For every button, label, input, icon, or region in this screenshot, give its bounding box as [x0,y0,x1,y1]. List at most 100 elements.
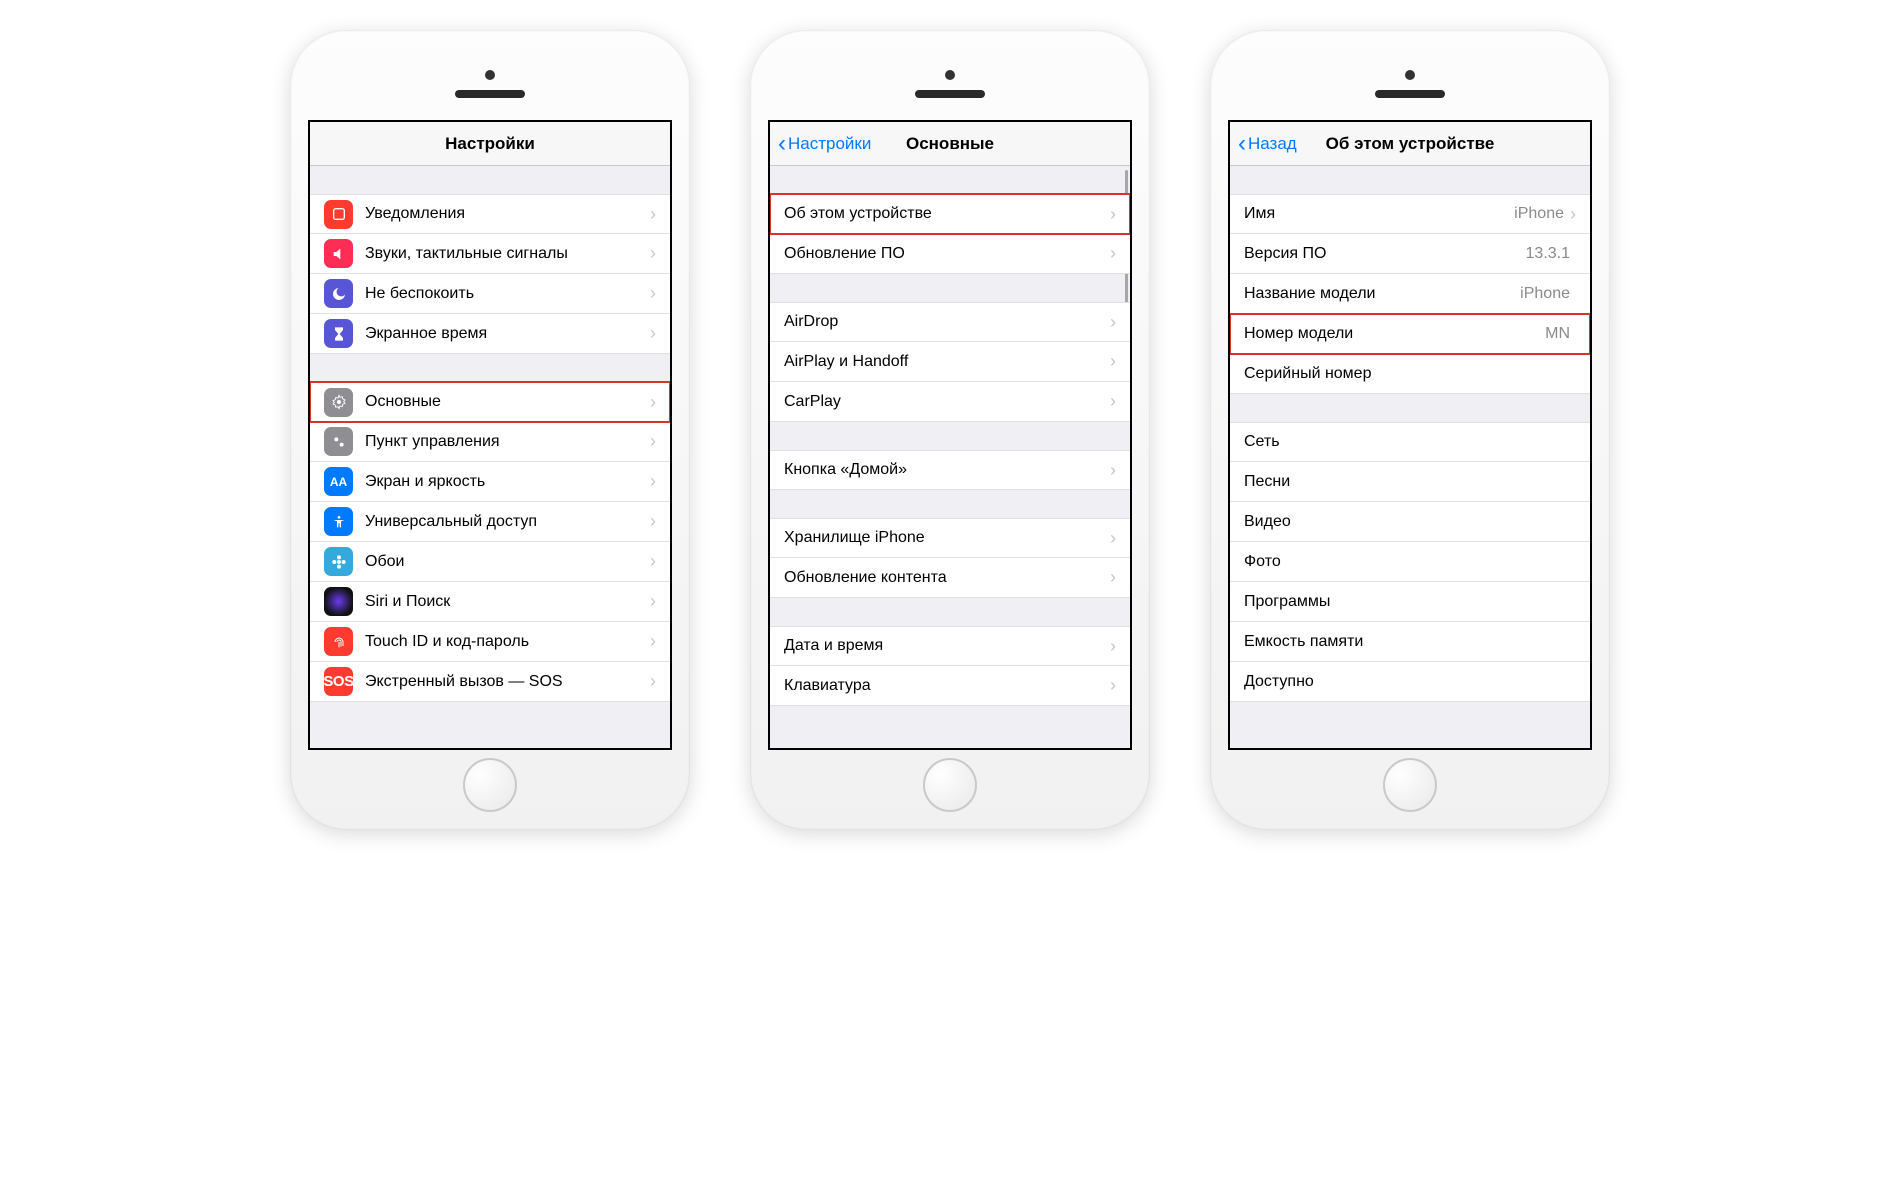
general-row-software-update[interactable]: Обновление ПО › [770,234,1130,274]
settings-row-sos[interactable]: SOS Экстренный вызов — SOS › [310,662,670,702]
row-label: Не беспокоить [365,285,650,303]
about-row-songs[interactable]: Песни [1230,462,1590,502]
row-label: Уведомления [365,205,650,223]
chevron-right-icon: › [650,323,656,344]
home-button[interactable] [1383,758,1437,812]
chevron-right-icon: › [650,283,656,304]
chevron-right-icon: › [1110,460,1116,481]
general-row-airplay[interactable]: AirPlay и Handoff › [770,342,1130,382]
general-row-about[interactable]: Об этом устройстве › [770,194,1130,234]
about-row-version[interactable]: Версия ПО 13.3.1 [1230,234,1590,274]
general-row-background-refresh[interactable]: Обновление контента › [770,558,1130,598]
navbar-title: Об этом устройстве [1326,134,1495,154]
settings-row-touchid[interactable]: Touch ID и код-пароль › [310,622,670,662]
row-label: Клавиатура [784,677,1110,695]
fingerprint-icon [324,627,353,656]
sos-icon: SOS [324,667,353,696]
chevron-right-icon: › [1110,312,1116,333]
settings-row-display[interactable]: AA Экран и яркость › [310,462,670,502]
row-label: Версия ПО [1244,245,1526,263]
about-row-photos[interactable]: Фото [1230,542,1590,582]
general-row-storage[interactable]: Хранилище iPhone › [770,518,1130,558]
general-row-airdrop[interactable]: AirDrop › [770,302,1130,342]
settings-row-general[interactable]: Основные › [310,382,670,422]
chevron-right-icon: › [650,243,656,264]
row-value: MN [1545,325,1570,343]
row-label: Доступно [1244,673,1576,691]
about-row-network[interactable]: Сеть [1230,422,1590,462]
gear-icon [324,388,353,417]
chevron-right-icon: › [1110,567,1116,588]
row-value: iPhone [1514,205,1564,223]
about-row-name[interactable]: Имя iPhone › [1230,194,1590,234]
notifications-icon [324,200,353,229]
home-button[interactable] [463,758,517,812]
home-button[interactable] [923,758,977,812]
row-value: 13.3.1 [1526,245,1570,263]
row-label: Сеть [1244,433,1576,451]
navbar-general: ‹ Настройки Основные [770,122,1130,166]
row-label: Siri и Поиск [365,593,650,611]
navbar-title: Настройки [445,134,535,154]
about-row-videos[interactable]: Видео [1230,502,1590,542]
settings-row-accessibility[interactable]: Универсальный доступ › [310,502,670,542]
settings-row-screentime[interactable]: Экранное время › [310,314,670,354]
settings-row-notifications[interactable]: Уведомления › [310,194,670,234]
back-label: Назад [1248,134,1297,154]
phone-mockup-2: ‹ Настройки Основные Об этом устройстве … [750,30,1150,830]
row-label: Номер модели [1244,325,1545,343]
screen-settings: Настройки Уведомления › Звуки, тактильны… [308,120,672,750]
general-row-date-time[interactable]: Дата и время › [770,626,1130,666]
hourglass-icon [324,319,353,348]
row-label: Серийный номер [1244,365,1570,383]
row-label: AirDrop [784,313,1110,331]
chevron-left-icon: ‹ [778,132,786,156]
chevron-right-icon: › [1110,636,1116,657]
chevron-right-icon: › [1570,204,1576,225]
row-label: Обои [365,553,650,571]
row-label: AirPlay и Handoff [784,353,1110,371]
settings-row-control-center[interactable]: Пункт управления › [310,422,670,462]
general-row-home-button[interactable]: Кнопка «Домой» › [770,450,1130,490]
back-button[interactable]: ‹ Назад [1238,132,1297,156]
navbar-settings: Настройки [310,122,670,166]
about-row-model-number[interactable]: Номер модели MN [1230,314,1590,354]
row-label: Программы [1244,593,1576,611]
chevron-right-icon: › [650,591,656,612]
settings-row-siri[interactable]: Siri и Поиск › [310,582,670,622]
settings-row-dnd[interactable]: Не беспокоить › [310,274,670,314]
general-list[interactable]: Об этом устройстве › Обновление ПО › Air… [770,166,1130,748]
back-button[interactable]: ‹ Настройки [778,132,871,156]
settings-row-sounds[interactable]: Звуки, тактильные сигналы › [310,234,670,274]
about-row-available[interactable]: Доступно [1230,662,1590,702]
about-row-model-name[interactable]: Название модели iPhone [1230,274,1590,314]
about-row-serial[interactable]: Серийный номер [1230,354,1590,394]
chevron-right-icon: › [1110,204,1116,225]
settings-list[interactable]: Уведомления › Звуки, тактильные сигналы … [310,166,670,748]
row-label: Емкость памяти [1244,633,1576,651]
about-row-capacity[interactable]: Емкость памяти [1230,622,1590,662]
moon-icon [324,279,353,308]
screen-general: ‹ Настройки Основные Об этом устройстве … [768,120,1132,750]
sounds-icon [324,239,353,268]
chevron-right-icon: › [1110,243,1116,264]
row-label: Дата и время [784,637,1110,655]
row-label: CarPlay [784,393,1110,411]
about-list[interactable]: Имя iPhone › Версия ПО 13.3.1 Название м… [1230,166,1590,748]
chevron-right-icon: › [650,471,656,492]
general-row-keyboard[interactable]: Клавиатура › [770,666,1130,706]
settings-row-wallpaper[interactable]: Обои › [310,542,670,582]
text-size-icon: AA [324,467,353,496]
row-label: Touch ID и код-пароль [365,633,650,651]
general-row-carplay[interactable]: CarPlay › [770,382,1130,422]
chevron-right-icon: › [650,671,656,692]
row-label: Экран и яркость [365,473,650,491]
row-label: Хранилище iPhone [784,529,1110,547]
flower-icon [324,547,353,576]
navbar-title: Основные [906,134,994,154]
row-label: Фото [1244,553,1576,571]
about-row-apps[interactable]: Программы [1230,582,1590,622]
chevron-right-icon: › [1110,391,1116,412]
row-label: Экстренный вызов — SOS [365,673,650,691]
phone-mockup-3: ‹ Назад Об этом устройстве Имя iPhone › … [1210,30,1610,830]
